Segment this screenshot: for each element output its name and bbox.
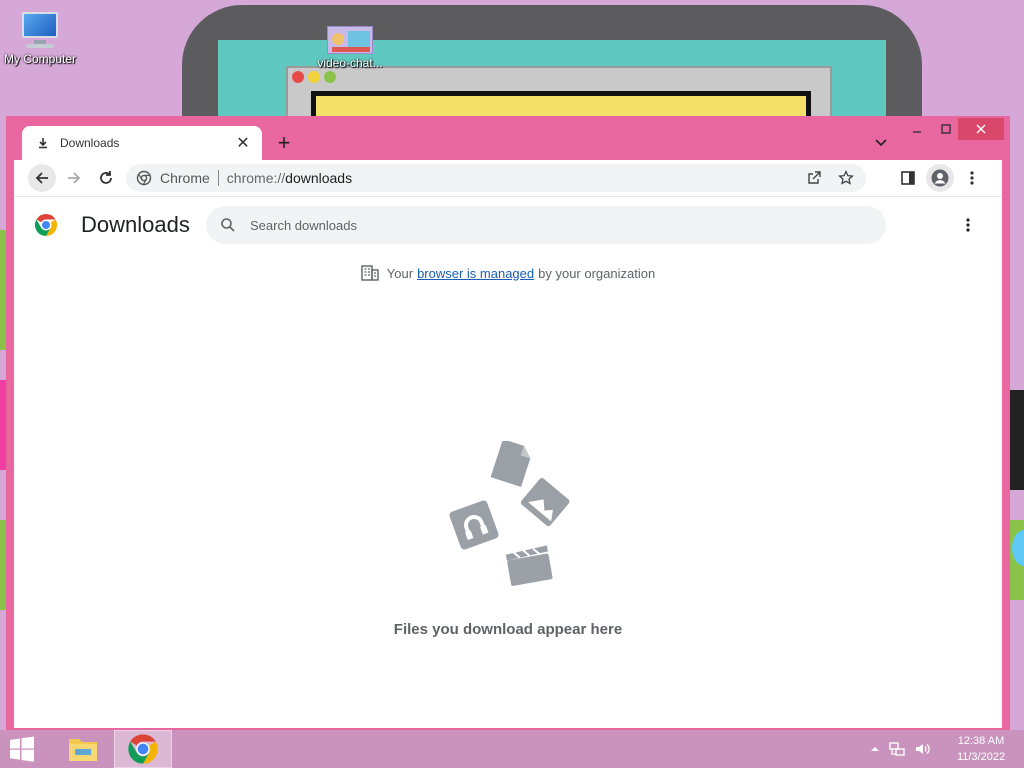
side-panel-button[interactable]	[894, 164, 922, 192]
reload-icon	[100, 171, 112, 184]
start-button[interactable]	[8, 736, 40, 762]
new-tab-button[interactable]: +	[272, 132, 296, 156]
taskbar: 12:38 AM 11/3/2022	[0, 730, 1024, 768]
profile-button[interactable]	[926, 164, 954, 192]
chrome-logo-icon	[34, 214, 58, 236]
downloads-menu-button[interactable]	[958, 213, 978, 237]
desktop-icon-my-computer[interactable]: My Computer	[0, 10, 80, 66]
clock-time: 12:38 AM	[957, 735, 1005, 747]
taskbar-clock[interactable]: 12:38 AM 11/3/2022	[948, 733, 1014, 765]
bookmark-button[interactable]	[834, 170, 858, 186]
forward-arrow-icon	[68, 172, 81, 184]
back-arrow-icon	[35, 172, 48, 184]
audio-icon	[449, 500, 499, 550]
search-icon	[221, 218, 235, 232]
file-explorer-icon	[69, 739, 97, 761]
taskbar-file-explorer[interactable]	[54, 730, 112, 768]
managed-suffix: by your organization	[538, 265, 656, 281]
wallpaper-shape	[1008, 390, 1024, 490]
desktop-icon-video-chat[interactable]: video-chat...	[310, 26, 390, 70]
more-vert-icon	[966, 218, 970, 232]
chrome-icon	[128, 734, 158, 764]
site-chip-label: Chrome	[160, 170, 210, 186]
downloads-header: Downloads	[14, 197, 1002, 253]
address-bar[interactable]: Chrome chrome://downloads	[126, 164, 866, 192]
tab-search-button[interactable]	[870, 134, 892, 152]
wallpaper-dot	[308, 71, 320, 83]
back-button[interactable]	[28, 164, 56, 192]
url-scheme: chrome://	[226, 170, 286, 186]
wallpaper-dot	[292, 71, 304, 83]
start-icon	[10, 736, 34, 762]
reload-button[interactable]	[92, 164, 120, 192]
network-button[interactable]	[888, 741, 906, 757]
chrome-window: Downloads ✕ + Chrome chrome://downloads	[6, 116, 1010, 730]
managed-link[interactable]: browser is managed	[417, 266, 534, 281]
volume-button[interactable]	[914, 741, 932, 757]
document-icon	[490, 441, 531, 487]
page-title: Downloads	[81, 212, 190, 237]
forward-button[interactable]	[60, 164, 88, 192]
building-icon	[361, 265, 379, 281]
download-icon	[36, 136, 50, 150]
tray-overflow-button[interactable]	[870, 745, 880, 753]
chevron-up-icon	[871, 747, 879, 751]
window-close-button[interactable]	[958, 118, 1004, 140]
computer-icon	[18, 10, 62, 50]
video-chat-icon	[327, 26, 373, 54]
search-input[interactable]	[250, 217, 850, 233]
clock-date: 11/3/2022	[956, 751, 1006, 763]
video-icon	[505, 545, 553, 586]
volume-icon	[916, 744, 930, 754]
tab-title: Downloads	[60, 136, 120, 150]
browser-toolbar: Chrome chrome://downloads	[14, 160, 1002, 196]
minimize-icon	[913, 131, 921, 133]
address-url[interactable]: chrome://downloads	[227, 170, 352, 186]
chrome-site-icon	[136, 170, 152, 186]
star-icon	[838, 170, 854, 185]
network-icon	[889, 742, 905, 756]
address-bar-actions	[802, 164, 858, 192]
share-icon	[808, 171, 821, 184]
system-tray	[870, 730, 932, 768]
downloads-page: Downloads Your browser is managed by you…	[14, 196, 1002, 728]
desktop-icon-label: My Computer	[3, 52, 77, 66]
side-panel-icon	[901, 171, 915, 185]
window-minimize-button[interactable]	[902, 118, 932, 140]
close-icon	[976, 124, 986, 134]
tab-close-button[interactable]: ✕	[234, 133, 252, 153]
maximize-icon	[941, 124, 951, 134]
share-button[interactable]	[802, 170, 826, 186]
tab-downloads[interactable]: Downloads ✕	[22, 126, 262, 160]
address-separator	[217, 170, 219, 186]
managed-prefix: Your	[386, 265, 414, 281]
managed-notice: Your browser is managed by your organiza…	[14, 265, 1002, 281]
profile-icon	[931, 169, 949, 187]
wallpaper-dot	[324, 71, 336, 83]
browser-menu-button[interactable]	[958, 164, 986, 192]
image-icon	[520, 478, 570, 527]
empty-state-message: Files you download appear here	[393, 621, 623, 638]
url-path: downloads	[285, 170, 353, 186]
search-downloads-field[interactable]	[206, 206, 886, 244]
window-maximize-button[interactable]	[932, 118, 960, 140]
taskbar-chrome[interactable]	[114, 730, 172, 768]
more-vert-icon	[970, 171, 974, 185]
desktop-icon-label: video-chat...	[317, 56, 383, 70]
empty-downloads-illustration	[449, 441, 570, 586]
